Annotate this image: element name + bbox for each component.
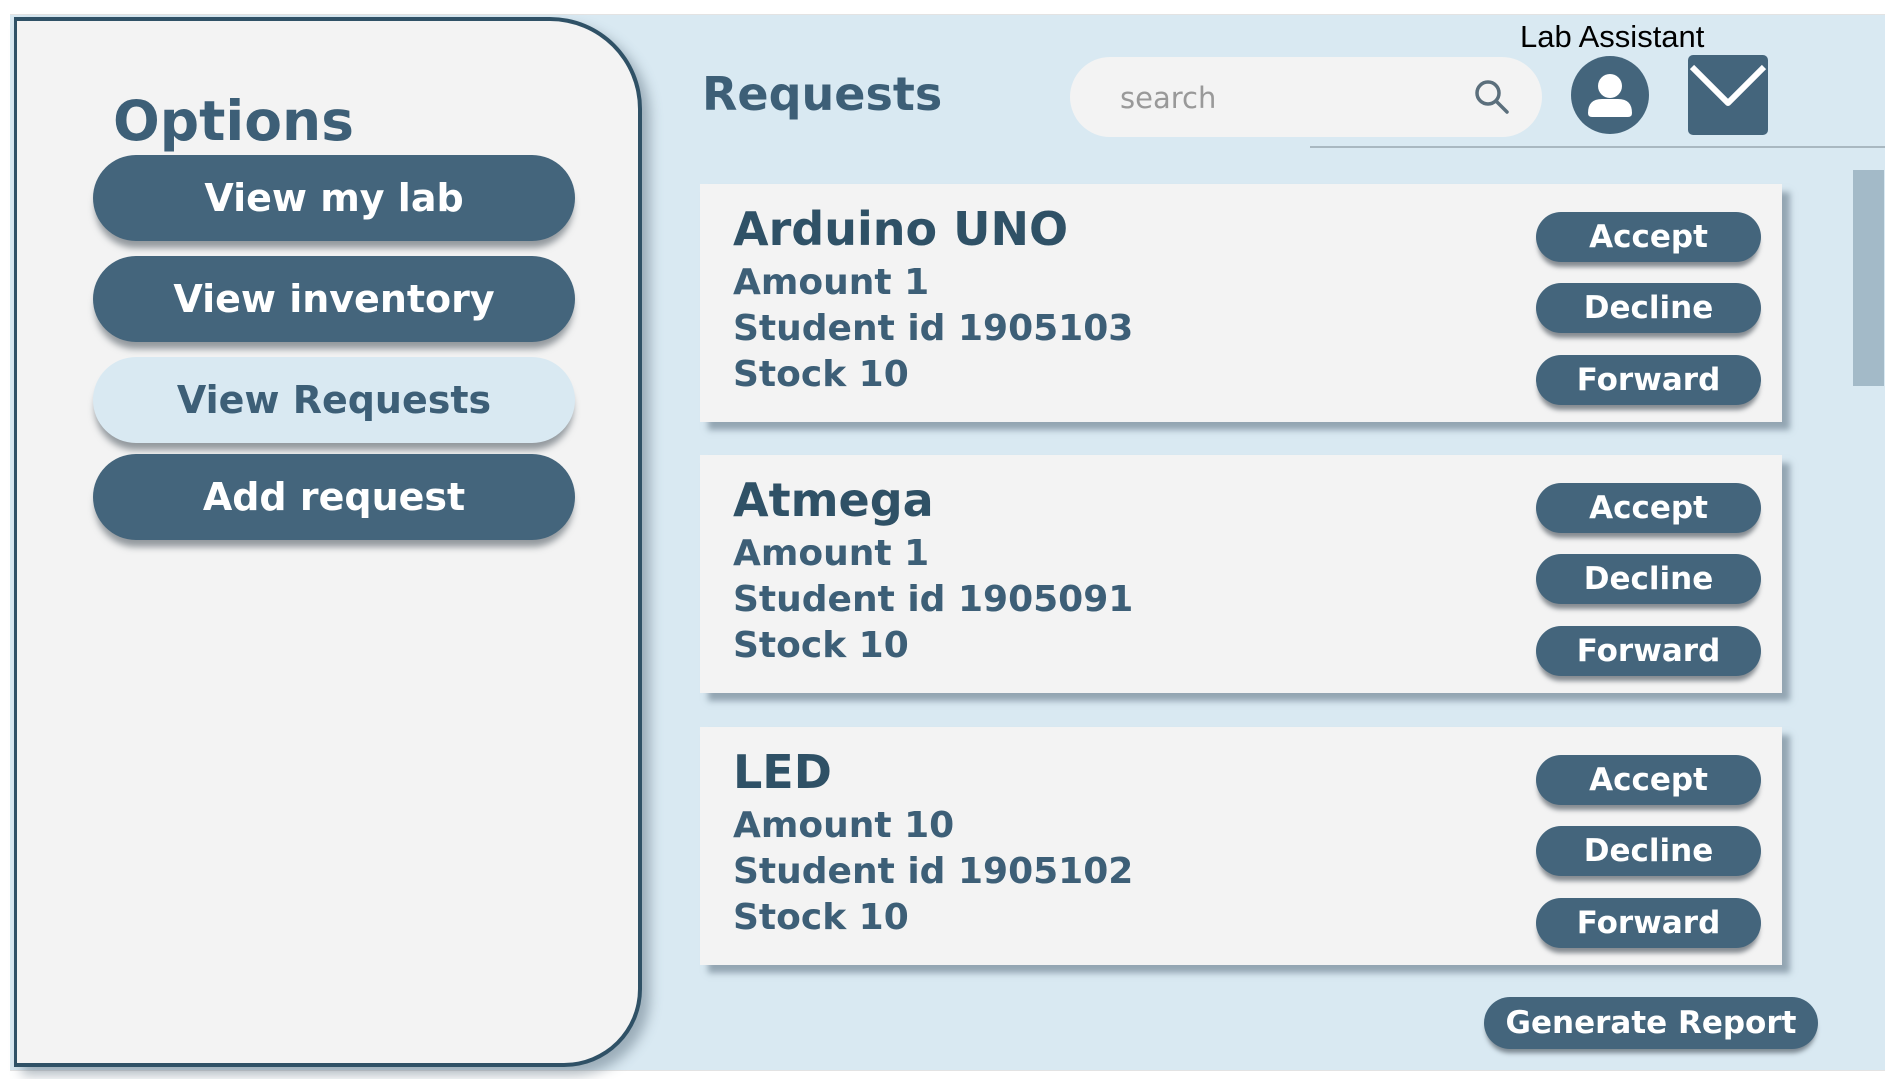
request-item-name: Arduino UNO [733, 202, 1069, 256]
request-item-name: LED [733, 745, 832, 799]
search-icon[interactable] [1472, 77, 1512, 117]
page-title: Requests [702, 67, 943, 121]
app-window: Options View my lab View inventory View … [10, 14, 1885, 1071]
add-request-button[interactable]: Add request [93, 454, 575, 540]
user-avatar-icon[interactable] [1570, 55, 1650, 135]
forward-button[interactable]: Forward [1536, 355, 1761, 405]
accept-button[interactable]: Accept [1536, 212, 1761, 262]
options-sidebar: Options View my lab View inventory View … [14, 17, 642, 1067]
request-amount: Amount 1 [733, 262, 930, 303]
view-inventory-button[interactable]: View inventory [93, 256, 575, 342]
scrollbar-thumb[interactable] [1853, 170, 1884, 386]
role-label: Lab Assistant [1520, 19, 1705, 54]
request-card: LED Amount 10 Student id 1905102 Stock 1… [700, 727, 1782, 965]
generate-report-button[interactable]: Generate Report [1484, 997, 1818, 1049]
request-stock: Stock 10 [733, 625, 909, 666]
request-item-name: Atmega [733, 473, 934, 527]
request-amount: Amount 1 [733, 533, 930, 574]
sidebar-title: Options [113, 89, 354, 153]
request-student-id: Student id 1905103 [733, 308, 1134, 349]
request-stock: Stock 10 [733, 897, 909, 938]
header-divider [1310, 146, 1885, 148]
mail-icon[interactable] [1688, 55, 1768, 135]
request-student-id: Student id 1905091 [733, 579, 1134, 620]
accept-button[interactable]: Accept [1536, 483, 1761, 533]
request-card: Arduino UNO Amount 1 Student id 1905103 … [700, 184, 1782, 422]
forward-button[interactable]: Forward [1536, 898, 1761, 948]
canvas: Options View my lab View inventory View … [0, 0, 1890, 1079]
request-card: Atmega Amount 1 Student id 1905091 Stock… [700, 455, 1782, 693]
search-input[interactable] [1118, 73, 1462, 123]
request-amount: Amount 10 [733, 805, 955, 846]
decline-button[interactable]: Decline [1536, 554, 1761, 604]
decline-button[interactable]: Decline [1536, 826, 1761, 876]
request-stock: Stock 10 [733, 354, 909, 395]
search-bar [1070, 57, 1542, 137]
accept-button[interactable]: Accept [1536, 755, 1761, 805]
forward-button[interactable]: Forward [1536, 626, 1761, 676]
view-requests-button[interactable]: View Requests [93, 357, 575, 443]
decline-button[interactable]: Decline [1536, 283, 1761, 333]
request-student-id: Student id 1905102 [733, 851, 1134, 892]
view-my-lab-button[interactable]: View my lab [93, 155, 575, 241]
